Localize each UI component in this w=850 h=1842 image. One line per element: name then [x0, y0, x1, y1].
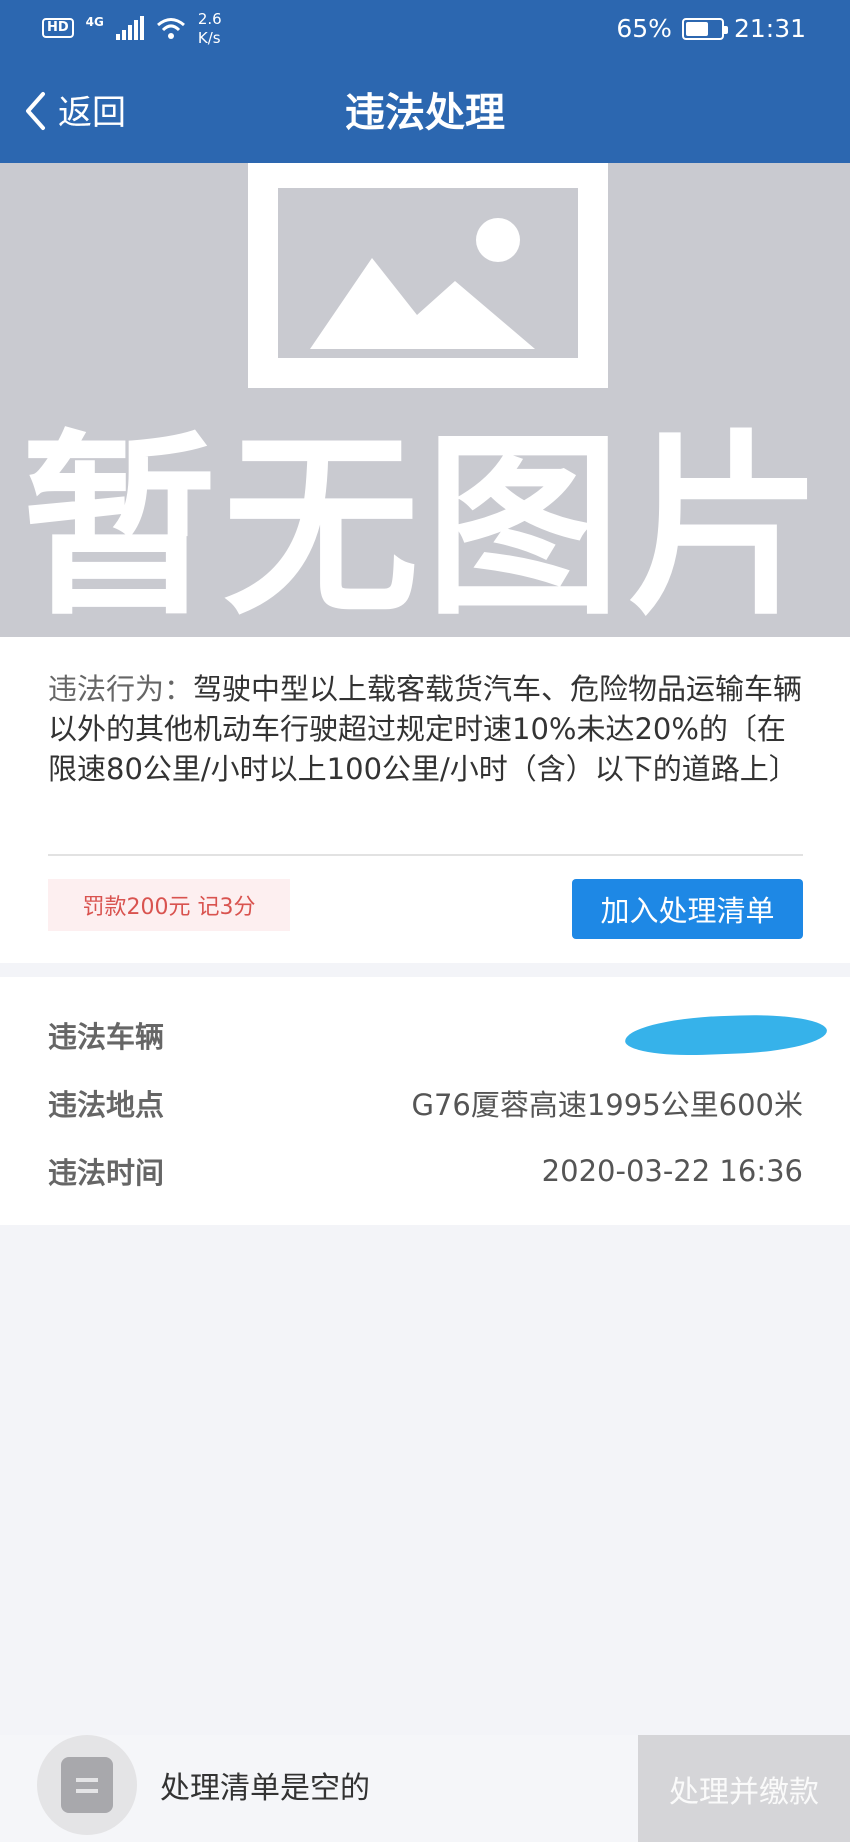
status-left: HD 4G 2.6 K/s — [42, 10, 222, 48]
detail-row-time: 违法时间 2020-03-22 16:36 — [48, 1147, 803, 1195]
behavior-label: 违法行为： — [48, 672, 194, 706]
signal-icon — [115, 16, 144, 40]
processing-list-button[interactable] — [37, 1735, 137, 1835]
clock: 21:31 — [733, 14, 806, 43]
battery-level — [685, 22, 709, 36]
hd-indicator: HD — [42, 18, 74, 38]
document-icon — [61, 1757, 113, 1813]
network-speed-value: 2.6 — [197, 10, 222, 28]
status-bar: HD 4G 2.6 K/s 65% 21:31 — [0, 0, 850, 58]
redacted-plate — [624, 1012, 828, 1058]
detail-row-location: 违法地点 G76厦蓉高速1995公里600米 — [48, 1079, 803, 1127]
add-to-list-button[interactable]: 加入处理清单 — [572, 879, 803, 939]
wifi-icon — [156, 16, 186, 44]
violation-photo-placeholder: 暂无图片 — [0, 163, 850, 637]
vehicle-label: 违法车辆 — [48, 1020, 165, 1054]
violation-card: 违法行为：驾驶中型以上载客载货汽车、危险物品运输车辆以外的其他机动车行驶超过规定… — [0, 637, 850, 963]
process-and-pay-button[interactable]: 处理并缴款 — [638, 1735, 850, 1842]
detail-row-vehicle: 违法车辆 — [48, 1011, 828, 1059]
network-speed-unit: K/s — [197, 29, 221, 47]
nav-bar: 返回 违法处理 — [0, 58, 850, 163]
bottom-bar: 处理清单是空的 处理并缴款 — [0, 1735, 850, 1842]
violation-details: 违法车辆 违法地点 G76厦蓉高速1995公里600米 违法时间 2020-03… — [0, 977, 850, 1225]
list-empty-text: 处理清单是空的 — [160, 1771, 370, 1806]
network-type: 4G — [85, 15, 104, 29]
time-label: 违法时间 — [48, 1156, 165, 1190]
page-title: 违法处理 — [345, 90, 505, 136]
app-header: HD 4G 2.6 K/s 65% 21:31 返回 违法处理 — [0, 0, 850, 163]
no-image-text: 暂无图片 — [20, 414, 829, 637]
violation-behavior: 违法行为：驾驶中型以上载客载货汽车、危险物品运输车辆以外的其他机动车行驶超过规定… — [48, 669, 808, 789]
location-value: G76厦蓉高速1995公里600米 — [411, 1088, 803, 1122]
battery-percent: 65% — [616, 14, 672, 43]
penalty-badge: 罚款200元 记3分 — [48, 879, 290, 931]
divider — [48, 854, 803, 856]
time-value: 2020-03-22 16:36 — [541, 1154, 803, 1188]
status-right: 65% 21:31 — [616, 14, 806, 44]
battery-icon — [681, 18, 728, 40]
network-speed: 2.6 K/s — [198, 10, 222, 48]
location-label: 违法地点 — [48, 1088, 165, 1122]
